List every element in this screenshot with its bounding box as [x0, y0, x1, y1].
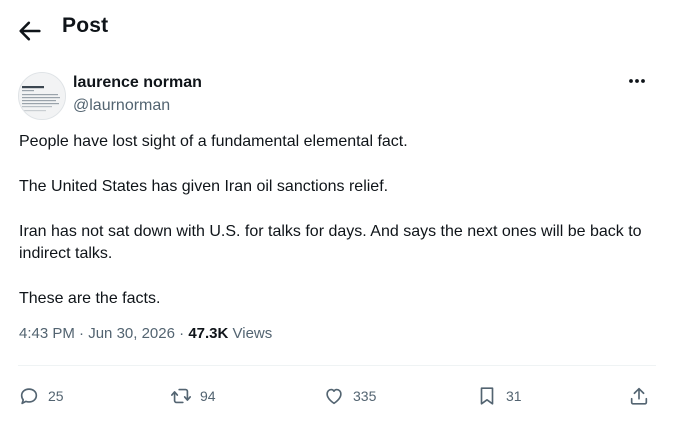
views-count: 47.3K — [188, 325, 229, 342]
views-label: Views — [232, 325, 273, 342]
separator-dot: · — [179, 325, 189, 342]
post-paragraph: Iran has not sat down with U.S. for talk… — [19, 223, 642, 262]
back-arrow-icon — [19, 21, 41, 41]
repost-count: 94 — [200, 388, 216, 404]
page-title: Post — [62, 14, 109, 37]
post-metadata: 4:43 PM · Jun 30, 2026 · 47.3K Views — [19, 325, 272, 342]
bookmark-icon — [480, 387, 494, 405]
post-header: Post — [0, 0, 678, 58]
like-count: 335 — [353, 388, 377, 404]
like-icon — [326, 388, 342, 405]
author-handle[interactable]: @laurnorman — [73, 97, 170, 115]
like-button[interactable]: 335 — [323, 384, 376, 408]
author-name[interactable]: laurence norman — [73, 74, 202, 92]
avatar[interactable] — [18, 72, 66, 120]
repost-icon — [171, 388, 191, 404]
more-button[interactable] — [622, 68, 652, 96]
bookmark-count: 31 — [506, 388, 522, 404]
divider — [18, 365, 656, 366]
back-button[interactable] — [16, 17, 44, 45]
reply-button[interactable]: 25 — [18, 384, 64, 408]
post-date[interactable]: Jun 30, 2026 — [88, 325, 175, 342]
reply-icon — [20, 388, 38, 405]
post-text: People have lost sight of a fundamental … — [19, 131, 659, 333]
reply-count: 25 — [48, 388, 64, 404]
repost-button[interactable]: 94 — [170, 384, 216, 408]
post-paragraph: These are the facts. — [19, 290, 161, 307]
more-icon — [629, 79, 645, 83]
post-paragraph: The United States has given Iran oil san… — [19, 178, 389, 195]
separator-dot: · — [79, 325, 89, 342]
share-button[interactable] — [628, 384, 650, 408]
bookmark-button[interactable]: 31 — [476, 384, 522, 408]
avatar-image — [19, 73, 65, 119]
post-paragraph: People have lost sight of a fundamental … — [19, 133, 408, 150]
post-time[interactable]: 4:43 PM — [19, 325, 75, 342]
share-icon — [630, 387, 648, 405]
